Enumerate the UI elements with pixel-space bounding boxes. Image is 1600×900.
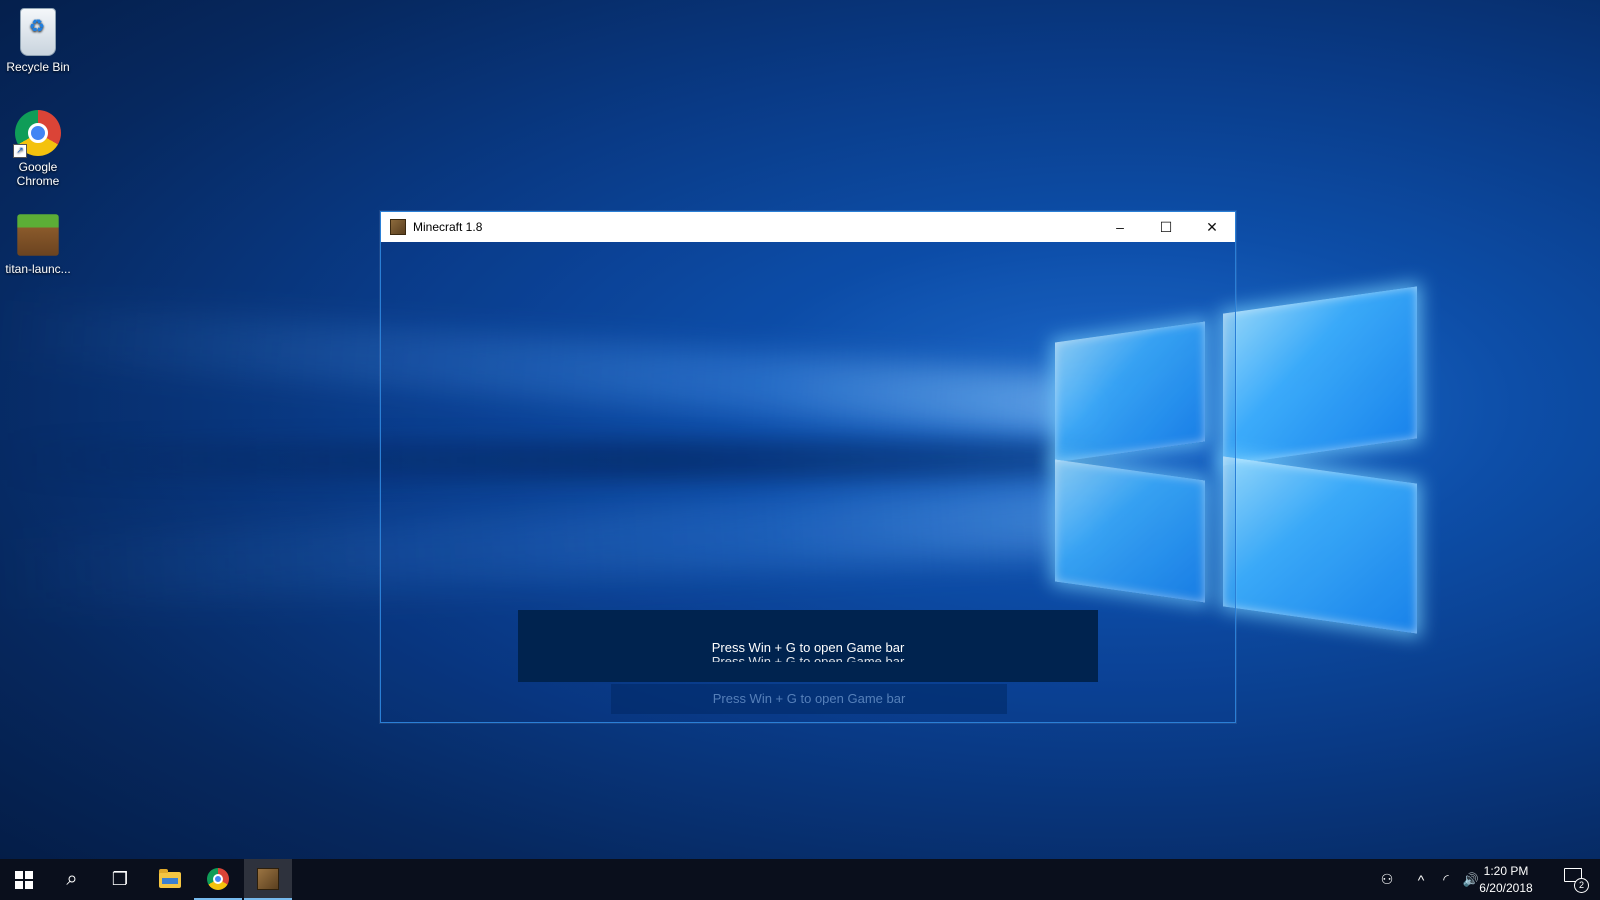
- notification-count-badge: 2: [1574, 878, 1589, 893]
- taskbar-clock[interactable]: 1:20 PM 6/20/2018: [1470, 863, 1542, 897]
- toast-ghost-message: Press Win + G to open Game bar: [711, 654, 905, 662]
- taskbar-file-explorer[interactable]: [146, 859, 194, 900]
- clock-date: 6/20/2018: [1479, 881, 1533, 895]
- search-button[interactable]: ⌕: [48, 859, 96, 900]
- toast-echo-message: Press Win + G to open Game bar: [712, 691, 906, 705]
- task-view-button[interactable]: ❐: [96, 859, 144, 900]
- people-button[interactable]: ⚇: [1372, 859, 1402, 900]
- network-button[interactable]: ◜: [1434, 859, 1458, 900]
- shortcut-arrow-icon: ↗: [13, 144, 27, 158]
- desktop-icon-titan-launcher[interactable]: titan-launc...: [0, 212, 76, 276]
- wallpaper-pane: [1223, 286, 1417, 466]
- recycle-bin-icon: [20, 8, 56, 56]
- desktop-icon-google-chrome[interactable]: ↗ Google Chrome: [0, 110, 76, 188]
- windows-logo-icon: [15, 870, 33, 889]
- maximize-button[interactable]: ☐: [1143, 212, 1189, 242]
- wallpaper-pane: [1223, 456, 1417, 634]
- minecraft-icon: [390, 219, 406, 235]
- game-client-area[interactable]: Press Win + G to open Game bar Press Win…: [381, 242, 1235, 722]
- minecraft-grass-icon: [17, 214, 59, 256]
- minecraft-icon: [257, 867, 279, 890]
- people-icon: ⚇: [1380, 871, 1394, 887]
- close-button[interactable]: ✕: [1189, 212, 1235, 242]
- show-hidden-icons-button[interactable]: ^: [1408, 859, 1434, 900]
- taskbar: ⌕ ❐ ⚇ ^ ◜ 🔊 1:20 PM 6/20/2018 2: [0, 859, 1600, 900]
- clock-time: 1:20 PM: [1483, 864, 1529, 878]
- taskbar-minecraft[interactable]: [244, 859, 292, 900]
- desktop-icon-recycle-bin[interactable]: Recycle Bin: [0, 8, 76, 74]
- search-icon: ⌕: [66, 868, 78, 890]
- desktop-icon-label: titan-launc...: [5, 262, 71, 276]
- chevron-up-icon: ^: [1417, 871, 1425, 888]
- action-center-button[interactable]: 2: [1564, 868, 1589, 893]
- minecraft-window[interactable]: Minecraft 1.8 – ☐ ✕ Press Win + G to ope…: [380, 211, 1236, 723]
- window-title: Minecraft 1.8: [413, 220, 483, 234]
- window-controls: – ☐ ✕: [1097, 212, 1235, 242]
- toast-echo: Press Win + G to open Game bar: [611, 684, 1007, 714]
- task-view-icon: ❐: [111, 869, 129, 889]
- folder-icon: [159, 868, 181, 888]
- game-bar-toast: Press Win + G to open Game bar Press Win…: [518, 610, 1098, 682]
- desktop-icon-label: Google Chrome: [16, 160, 60, 188]
- start-button[interactable]: [0, 859, 48, 900]
- chrome-icon: [207, 867, 229, 890]
- minimize-button[interactable]: –: [1097, 212, 1143, 242]
- wifi-icon: ◜: [1443, 871, 1449, 887]
- toast-message: Press Win + G to open Game bar: [711, 640, 905, 655]
- desktop-icon-label: Recycle Bin: [6, 60, 70, 74]
- window-titlebar[interactable]: Minecraft 1.8 – ☐ ✕: [381, 212, 1235, 242]
- taskbar-chrome[interactable]: [194, 859, 242, 900]
- chrome-icon: ↗: [13, 110, 61, 158]
